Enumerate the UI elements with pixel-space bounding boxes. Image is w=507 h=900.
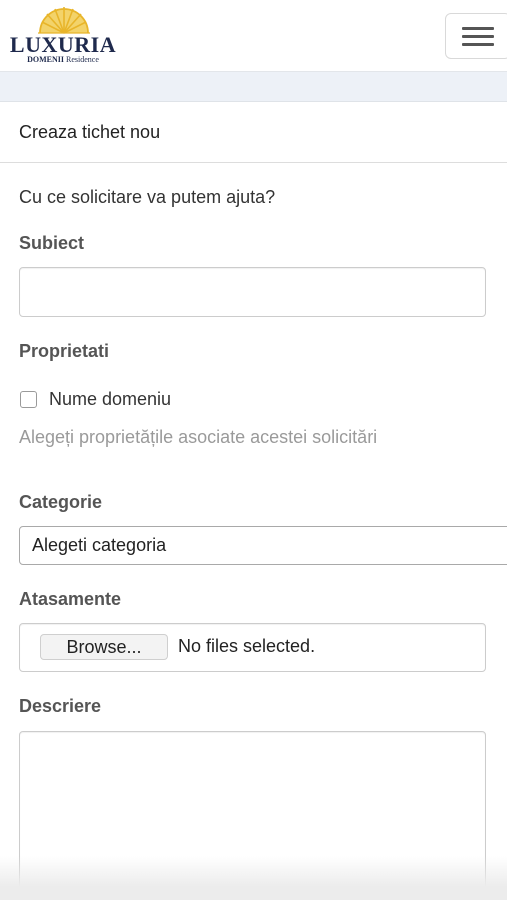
luxuria-logo[interactable]: LUXURIA DOMENII Residence: [2, 4, 124, 66]
panel-heading: Creaza tichet nou: [0, 103, 507, 163]
subject-label: Subiect: [19, 233, 85, 253]
file-status-text: No files selected.: [178, 636, 316, 656]
logo-subtitle: DOMENII Residence: [27, 55, 99, 64]
menu-toggle-button[interactable]: [445, 13, 507, 59]
property-option-label[interactable]: Nume domeniu: [49, 389, 171, 410]
description-label: Descriere: [19, 696, 102, 716]
category-selected-value: Alegeti categoria: [32, 535, 167, 555]
attachments-label: Atasamente: [19, 589, 122, 609]
breadcrumb-strip: [0, 72, 507, 102]
browse-button[interactable]: Browse...: [40, 634, 168, 660]
navbar: LUXURIA DOMENII Residence: [0, 0, 507, 72]
subject-input[interactable]: [19, 267, 486, 317]
property-checkbox[interactable]: [20, 391, 37, 408]
browser-bottom-bar: [0, 856, 507, 900]
properties-help-text: Alegeți proprietățile asociate acestei s…: [19, 427, 378, 447]
category-select[interactable]: Alegeti categoria: [19, 526, 507, 565]
properties-label: Proprietati: [19, 341, 110, 361]
page-title: Creaza tichet nou: [19, 122, 161, 142]
sun-logo-icon: [38, 7, 90, 34]
category-label: Categorie: [19, 492, 103, 512]
form-intro: Cu ce solicitare va putem ajuta?: [19, 187, 276, 207]
